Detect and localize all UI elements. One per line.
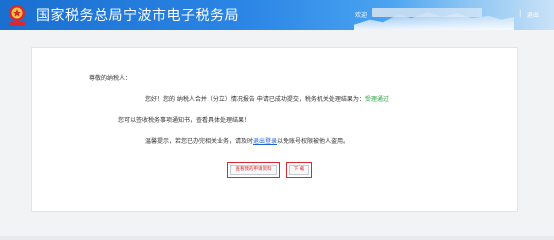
tip-suffix: 以免账号权限被他人盗用。 [277, 138, 350, 145]
view-application-button-frame: 查看我的申请资料 [227, 162, 280, 178]
page-bottom-divider [0, 236, 554, 240]
view-application-button[interactable]: 查看我的申请资料 [230, 165, 277, 175]
header-separator: | [519, 9, 522, 17]
user-name-redacted [372, 8, 482, 17]
greeting-text: 尊敬的纳税人： [89, 75, 132, 82]
top-header: 国家税务总局宁波市电子税务局 欢迎 | 退出 [0, 0, 554, 30]
inline-logout-link[interactable]: 退出登录 [253, 138, 277, 145]
notice-text: 您可以签收税务事项通知书，查看具体处理结果！ [118, 117, 251, 124]
tip-message: 温馨提示，若您已办完相关业务，请及时退出登录以免账号权限被他人盗用。 [145, 136, 349, 145]
header-logout-link[interactable]: 退出 [527, 10, 539, 19]
result-card: 尊敬的纳税人： 您好！您的 纳税人合并（分立）情况报告 申请已成功提交，税务机关… [31, 47, 518, 212]
result-prefix: 您好！您的 纳税人合并（分立）情况报告 申请已成功提交，税务机关处理结果为： [145, 96, 365, 103]
welcome-label: 欢迎 [355, 12, 368, 19]
download-button-frame: 下 载 [286, 162, 312, 178]
tax-emblem-icon [9, 5, 25, 26]
site-title: 国家税务总局宁波市电子税务局 [36, 8, 239, 24]
tip-prefix: 温馨提示，若您已办完相关业务，请及时 [145, 138, 254, 145]
result-status: 受理通过 [364, 96, 389, 103]
download-button[interactable]: 下 载 [289, 165, 309, 175]
result-message: 您好！您的 纳税人合并（分立）情况报告 申请已成功提交，税务机关处理结果为：受理… [145, 94, 389, 103]
